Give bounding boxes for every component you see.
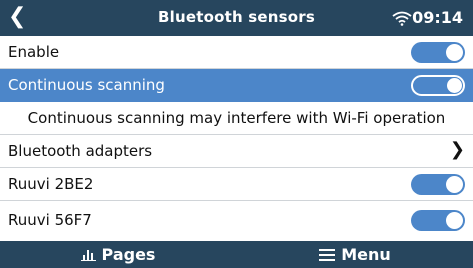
bluetooth-adapters-row[interactable]: Bluetooth adapters ❯ xyxy=(0,135,473,168)
enable-label: Enable xyxy=(8,43,60,61)
continuous-scanning-row[interactable]: Continuous scanning xyxy=(0,69,473,102)
toggle-knob xyxy=(447,78,462,93)
bar-chart-icon xyxy=(80,250,96,261)
ruuvi-56f7-toggle[interactable] xyxy=(411,210,465,231)
ruuvi-2be2-toggle[interactable] xyxy=(411,174,465,195)
continuous-scanning-toggle[interactable] xyxy=(411,75,465,96)
header-bar: ❮ Bluetooth sensors 09:14 xyxy=(0,0,473,36)
bluetooth-sensors-screen: ❮ Bluetooth sensors 09:14 Enable Continu… xyxy=(0,0,473,268)
enable-toggle[interactable] xyxy=(411,42,465,63)
ruuvi-56f7-label: Ruuvi 56F7 xyxy=(8,211,92,229)
chevron-right-icon: ❯ xyxy=(449,139,465,160)
ruuvi-2be2-row[interactable]: Ruuvi 2BE2 xyxy=(0,168,473,201)
toggle-knob xyxy=(446,176,463,193)
pages-label: Pages xyxy=(101,245,156,264)
clock: 09:14 xyxy=(412,8,463,27)
toggle-knob xyxy=(446,44,463,61)
ruuvi-56f7-row[interactable]: Ruuvi 56F7 xyxy=(0,201,473,241)
menu-label: Menu xyxy=(341,245,391,264)
footer-bar: Pages Menu xyxy=(0,241,473,268)
wifi-warning-row: Continuous scanning may interfere with W… xyxy=(0,102,473,135)
wifi-warning-text: Continuous scanning may interfere with W… xyxy=(27,109,446,127)
continuous-scanning-label: Continuous scanning xyxy=(8,76,165,94)
enable-row[interactable]: Enable xyxy=(0,36,473,69)
wifi-icon xyxy=(392,11,412,26)
toggle-knob xyxy=(446,212,463,229)
menu-button[interactable]: Menu xyxy=(237,241,473,268)
ruuvi-2be2-label: Ruuvi 2BE2 xyxy=(8,175,94,193)
pages-button[interactable]: Pages xyxy=(0,241,236,268)
bluetooth-adapters-label: Bluetooth adapters xyxy=(8,142,153,160)
hamburger-menu-icon xyxy=(319,248,336,261)
